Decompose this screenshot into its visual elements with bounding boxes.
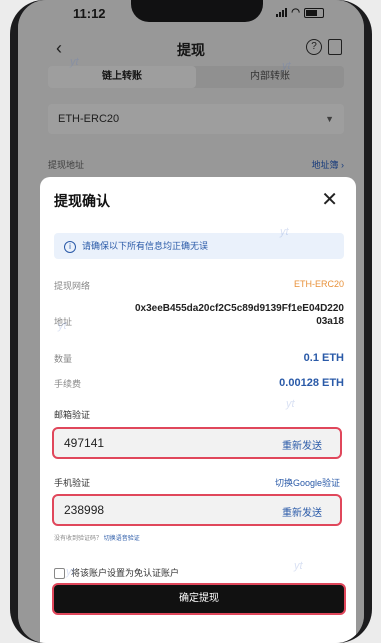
code-hint-text: 没有收到验证码？ [54,536,103,542]
phone-resend-button[interactable]: 重新发送 [282,504,322,519]
watermark: yt [286,398,295,410]
address-confirm-row: 地址 0x3eeB455da20cf2C5c89d9139Ff1eE04D220… [54,302,344,336]
network-value: ETH-ERC20 [293,279,344,289]
notice-banner: i 请确保以下所有信息均正确无误 [54,233,344,259]
info-icon: i [64,240,76,253]
fee-value: 0.00128 ETH [279,377,344,389]
checkbox-label: 将该账户设置为免认证账户 [71,568,180,578]
confirm-sheet: 提现确认 ✕ i 请确保以下所有信息均正确无误 提现网络 ETH-ERC20 地址… [40,177,356,643]
email-code-value: 497141 [64,436,105,450]
watermark: yt [294,560,303,572]
watermark: yt [280,226,289,238]
close-icon[interactable]: ✕ [321,187,338,212]
sheet-title: 提现确认 [54,193,110,209]
phone-frame: 11:12 ◠ ‹ 提现 ? 链上转账 内部转账 ETH-ERC20 ▼ 提现地… [10,0,372,643]
email-verify-label: 邮箱验证 [54,410,91,420]
notice-text: 请确保以下所有信息均正确无误 [82,241,209,251]
phone-code-field[interactable]: 238998 重新发送 [52,494,342,526]
voice-verify-link[interactable]: 切换语音验证 [104,536,140,542]
screen: 11:12 ◠ ‹ 提现 ? 链上转账 内部转账 ETH-ERC20 ▼ 提现地… [18,0,364,643]
phone-code-value: 238998 [64,503,105,517]
email-code-field[interactable]: 497141 重新发送 [52,427,342,459]
watermark: yt [66,566,75,578]
watermark: yt [70,56,79,68]
fee-label: 手续费 [54,379,82,389]
switch-google-link[interactable]: 切换Google验证 [275,476,340,489]
code-hint: 没有收到验证码？ 切换语音验证 [54,533,140,542]
email-resend-button[interactable]: 重新发送 [282,437,322,452]
phone-verify-label: 手机验证 [54,478,91,488]
amount-row: 数量 0.1 ETH [54,352,344,365]
network-label: 提现网络 [54,281,91,291]
network-row: 提现网络 ETH-ERC20 [54,279,344,292]
watermark: yt [58,320,67,332]
confirm-withdraw-button[interactable]: 确定提现 [52,583,346,615]
address-confirm-value: 0x3eeB455da20cf2C5c89d9139Ff1eE04D22003a… [134,303,344,327]
checkbox[interactable] [54,568,65,580]
amount-value: 0.1 ETH [303,352,344,364]
fee-row: 手续费 0.00128 ETH [54,377,344,390]
watermark: yt [282,60,291,72]
amount-label: 数量 [54,354,73,364]
